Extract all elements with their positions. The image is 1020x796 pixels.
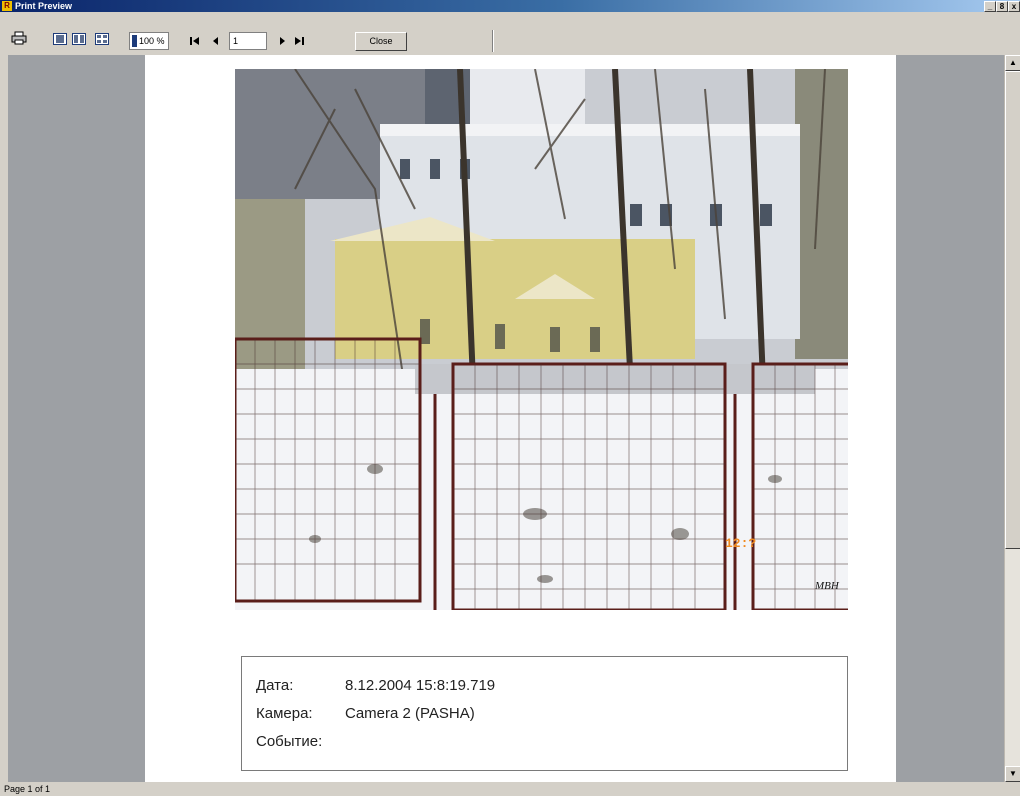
maximize-button[interactable]: 8 [996,1,1008,12]
zoom-value: 100 % [139,36,165,46]
date-value: 8.12.2004 15:8:19.719 [345,677,496,694]
minimize-button[interactable]: _ [984,1,996,12]
camera-label: Камера: [256,705,313,722]
window-title: Print Preview [15,1,73,11]
date-label: Дата: [256,677,294,694]
title-bar: R Print Preview _ 8 x [0,0,1020,12]
close-button[interactable]: Close [355,32,407,51]
two-page-icon[interactable] [72,33,86,45]
event-label: Событие: [256,733,323,750]
next-page-icon[interactable] [277,36,287,46]
camera-value: Camera 2 (PASHA) [345,705,475,722]
preview-area: 12:? MBH Дата: 8.12.2004 15:8:19.719 Кам… [8,55,1012,782]
camera-snapshot-image: 12:? MBH [235,69,848,610]
page-status-text: Page 1 of 1 [4,784,51,794]
event-info-box: Дата: 8.12.2004 15:8:19.719 Камера: Came… [241,656,848,771]
prev-page-icon[interactable] [211,36,221,46]
scroll-up-icon[interactable]: ▲ [1005,55,1020,71]
page-number-value: 1 [233,36,239,46]
status-bar: Page 1 of 1 [0,782,1020,796]
zoom-marker-icon [132,35,137,47]
photo-watermark: MBH [814,580,840,592]
multi-page-icon[interactable] [95,33,109,45]
page-number-input[interactable]: 1 [229,32,267,50]
zoom-input[interactable]: 100 % [129,32,169,50]
app-icon: R [2,1,12,11]
last-page-icon[interactable] [293,36,305,46]
one-page-icon[interactable] [53,33,67,45]
printer-icon[interactable] [11,31,27,45]
toolbar-separator [492,30,493,52]
close-window-button[interactable]: x [1008,1,1020,12]
vertical-scrollbar[interactable]: ▲ ▼ [1004,55,1020,782]
toolbar: 100 % 1 Close [0,12,1020,55]
overlay-digits: 12:? [725,536,756,551]
scroll-down-icon[interactable]: ▼ [1005,766,1020,782]
first-page-icon[interactable] [189,36,201,46]
scroll-thumb[interactable] [1005,71,1020,549]
report-page: 12:? MBH Дата: 8.12.2004 15:8:19.719 Кам… [145,55,896,782]
